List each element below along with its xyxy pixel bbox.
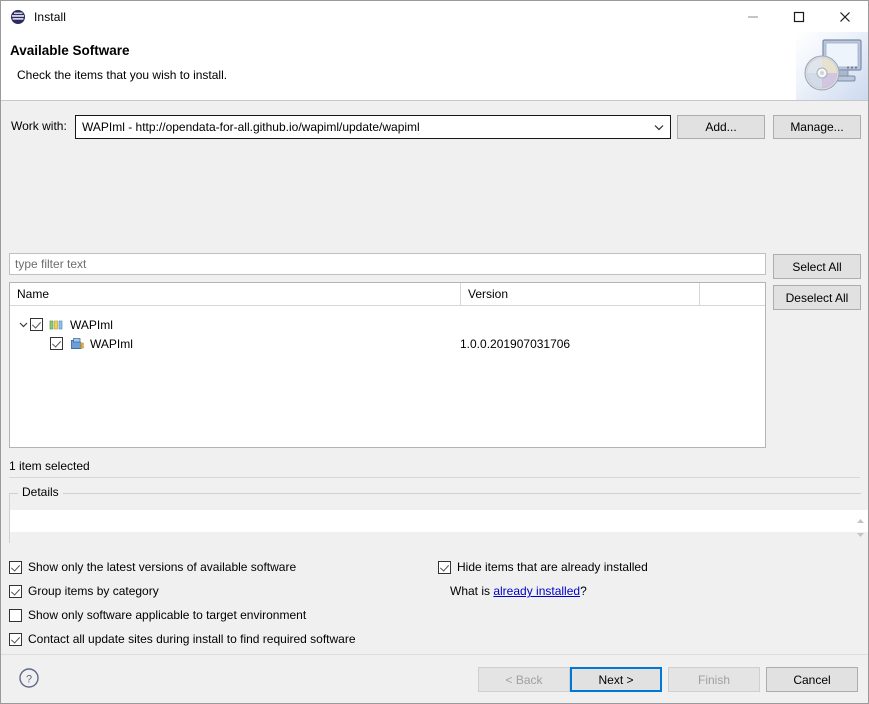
select-all-button[interactable]: Select All bbox=[773, 254, 861, 279]
what-is-already-installed: What is already installed? bbox=[450, 584, 587, 598]
window-title: Install bbox=[34, 9, 67, 24]
work-with-row: Work with: WAPIml - http://opendata-for-… bbox=[1, 115, 868, 139]
option-hide-installed[interactable]: Hide items that are already installed bbox=[438, 560, 648, 574]
details-legend: Details bbox=[18, 485, 63, 499]
cancel-button[interactable]: Cancel bbox=[766, 667, 858, 692]
tree-row-checkbox[interactable] bbox=[50, 337, 63, 350]
details-scrollbar[interactable] bbox=[853, 510, 868, 537]
option-show-applicable-only[interactable]: Show only software applicable to target … bbox=[9, 608, 306, 622]
option-label: Show only the latest versions of availab… bbox=[28, 560, 297, 574]
option-checkbox[interactable] bbox=[9, 608, 22, 622]
category-icon bbox=[49, 317, 65, 333]
tree-rows: WAPIml WAPIml 1.0.0.201907031706 bbox=[10, 315, 765, 353]
option-label: Show only software applicable to target … bbox=[28, 608, 307, 622]
add-button[interactable]: Add... bbox=[677, 115, 765, 139]
wizard-header: Available Software Check the items that … bbox=[1, 32, 868, 101]
table-row[interactable]: WAPIml 1.0.0.201907031706 bbox=[10, 334, 765, 353]
tree-header: Name Version bbox=[10, 283, 765, 306]
minimize-icon[interactable] bbox=[730, 1, 776, 32]
option-label: Hide items that are already installed bbox=[457, 560, 648, 574]
manage-button[interactable]: Manage... bbox=[773, 115, 861, 139]
maximize-icon[interactable] bbox=[776, 1, 822, 32]
tree-row-checkbox[interactable] bbox=[30, 318, 43, 331]
selection-status: 1 item selected bbox=[9, 459, 90, 473]
monitor-cd-icon bbox=[796, 32, 868, 100]
option-show-latest-versions[interactable]: Show only the latest versions of availab… bbox=[9, 560, 296, 574]
filter-input[interactable]: type filter text bbox=[9, 253, 766, 275]
column-header-name[interactable]: Name bbox=[10, 283, 460, 305]
work-with-label: Work with: bbox=[11, 119, 67, 133]
details-group: Details bbox=[9, 485, 868, 543]
option-group-by-category[interactable]: Group items by category bbox=[9, 584, 159, 598]
help-icon[interactable]: ? bbox=[18, 667, 40, 689]
option-checkbox[interactable] bbox=[9, 584, 22, 598]
tree-row-name: WAPIml bbox=[70, 317, 113, 332]
window-controls bbox=[730, 1, 868, 32]
option-checkbox[interactable] bbox=[9, 560, 22, 574]
filter-placeholder: type filter text bbox=[15, 257, 87, 271]
what-is-prefix: What is bbox=[450, 584, 494, 598]
dialog-body: Work with: WAPIml - http://opendata-for-… bbox=[1, 101, 868, 703]
divider bbox=[9, 477, 860, 478]
svg-text:?: ? bbox=[26, 674, 32, 686]
what-is-suffix: ? bbox=[580, 584, 587, 598]
next-button[interactable]: Next > bbox=[570, 667, 662, 692]
option-label: Contact all update sites during install … bbox=[28, 632, 356, 646]
tree-row-name: WAPIml bbox=[90, 336, 133, 351]
chevron-down-icon[interactable] bbox=[648, 116, 670, 138]
work-with-combo[interactable]: WAPIml - http://opendata-for-all.github.… bbox=[75, 115, 671, 139]
page-title: Available Software bbox=[10, 43, 130, 58]
option-checkbox[interactable] bbox=[438, 560, 451, 574]
column-header-version[interactable]: Version bbox=[460, 283, 699, 305]
tree-row-version: 1.0.0.201907031706 bbox=[460, 336, 571, 351]
option-label: Group items by category bbox=[28, 584, 159, 598]
finish-button[interactable]: Finish bbox=[668, 667, 760, 692]
chevron-down-icon[interactable] bbox=[16, 315, 30, 334]
eclipse-icon bbox=[10, 9, 26, 25]
close-icon[interactable] bbox=[822, 1, 868, 32]
already-installed-link[interactable]: already installed bbox=[493, 584, 580, 598]
page-subtitle: Check the items that you wish to install… bbox=[17, 68, 228, 82]
scroll-down-icon[interactable] bbox=[857, 526, 864, 540]
footer-bar: ? < Back Next > Finish Cancel bbox=[1, 655, 868, 703]
feature-plugin-icon bbox=[69, 336, 85, 352]
table-row[interactable]: WAPIml bbox=[10, 315, 765, 334]
option-contact-all-update-sites[interactable]: Contact all update sites during install … bbox=[9, 632, 356, 646]
column-header-spacer[interactable] bbox=[699, 283, 766, 305]
software-tree[interactable]: Name Version WAPIml WAPIml 1.0.0.2019070… bbox=[9, 282, 766, 448]
title-bar: Install bbox=[1, 1, 868, 32]
install-dialog-window: Install Available Software Check the ite… bbox=[0, 0, 869, 704]
work-with-value: WAPIml - http://opendata-for-all.github.… bbox=[82, 120, 420, 134]
scroll-up-icon[interactable] bbox=[857, 512, 864, 526]
deselect-all-button[interactable]: Deselect All bbox=[773, 285, 861, 310]
option-checkbox[interactable] bbox=[9, 632, 22, 646]
details-text[interactable] bbox=[10, 510, 853, 532]
back-button[interactable]: < Back bbox=[478, 667, 570, 692]
